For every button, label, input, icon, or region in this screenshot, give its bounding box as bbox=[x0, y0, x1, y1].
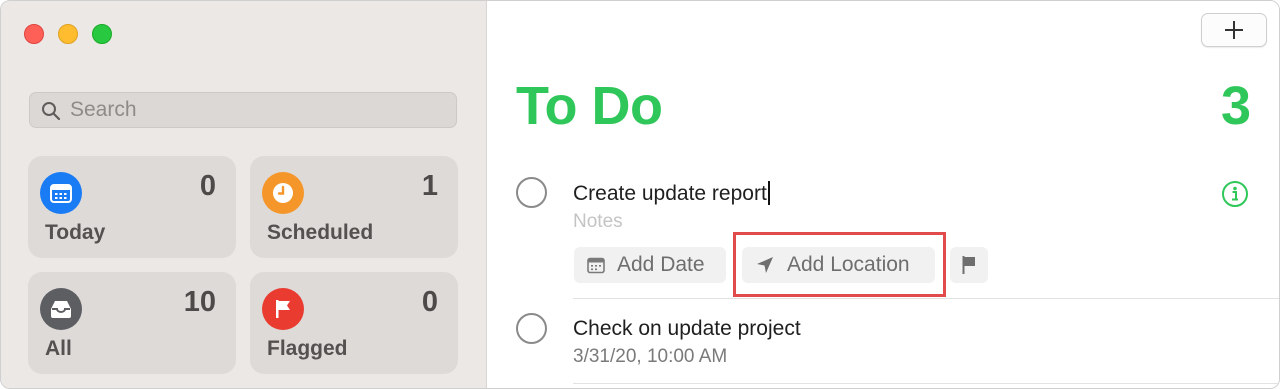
add-date-button[interactable]: Add Date bbox=[574, 247, 726, 283]
info-icon bbox=[1222, 181, 1248, 207]
add-date-label: Add Date bbox=[617, 253, 705, 276]
smart-list-all[interactable]: 10 All bbox=[28, 272, 236, 374]
tray-icon bbox=[40, 288, 82, 330]
plus-icon bbox=[1225, 21, 1243, 39]
list-title: To Do bbox=[516, 76, 663, 136]
smart-list-flagged[interactable]: 0 Flagged bbox=[250, 272, 458, 374]
search-input[interactable] bbox=[70, 97, 440, 123]
highlight-box bbox=[733, 232, 946, 297]
reminder-title-field[interactable]: Create update report bbox=[573, 181, 770, 206]
flag-icon bbox=[962, 256, 975, 274]
reminder-due-date: 3/31/20, 10:00 AM bbox=[573, 346, 728, 367]
reminder-complete-checkbox[interactable] bbox=[516, 313, 547, 344]
smart-list-count: 0 bbox=[421, 286, 438, 318]
flag-button[interactable] bbox=[950, 247, 988, 283]
reminder-info-button[interactable] bbox=[1221, 180, 1249, 213]
smart-list-label: Flagged bbox=[267, 337, 348, 360]
divider bbox=[573, 383, 1279, 384]
list-pane: To Do 3 Create update report Notes Add D… bbox=[487, 1, 1279, 388]
reminders-window: 0 Today 1 Scheduled 10 All bbox=[0, 0, 1280, 389]
minimize-window-button[interactable] bbox=[58, 24, 78, 44]
smart-list-today[interactable]: 0 Today bbox=[28, 156, 236, 258]
divider bbox=[573, 298, 1279, 299]
smart-list-count: 0 bbox=[199, 170, 216, 202]
smart-list-label: Today bbox=[45, 221, 106, 244]
smart-list-count: 10 bbox=[183, 286, 216, 318]
calendar-icon bbox=[587, 257, 605, 273]
search-icon bbox=[42, 102, 61, 121]
reminder-complete-checkbox[interactable] bbox=[516, 177, 547, 208]
sidebar: 0 Today 1 Scheduled 10 All bbox=[1, 1, 487, 388]
text-caret bbox=[767, 181, 770, 205]
zoom-window-button[interactable] bbox=[92, 24, 112, 44]
smart-list-label: Scheduled bbox=[267, 221, 374, 244]
flag-icon bbox=[262, 288, 304, 330]
smart-list-count: 1 bbox=[421, 170, 438, 202]
search-field[interactable] bbox=[29, 92, 457, 128]
smart-list-scheduled[interactable]: 1 Scheduled bbox=[250, 156, 458, 258]
close-window-button[interactable] bbox=[24, 24, 44, 44]
reminder-title[interactable]: Check on update project bbox=[573, 317, 801, 341]
reminder-notes-field[interactable]: Notes bbox=[573, 211, 623, 233]
add-reminder-button[interactable] bbox=[1201, 13, 1267, 47]
calendar-icon bbox=[40, 172, 82, 214]
list-count: 3 bbox=[1220, 76, 1251, 136]
smart-list-label: All bbox=[45, 337, 72, 360]
clock-icon bbox=[262, 172, 304, 214]
reminder-title: Create update report bbox=[573, 182, 767, 205]
